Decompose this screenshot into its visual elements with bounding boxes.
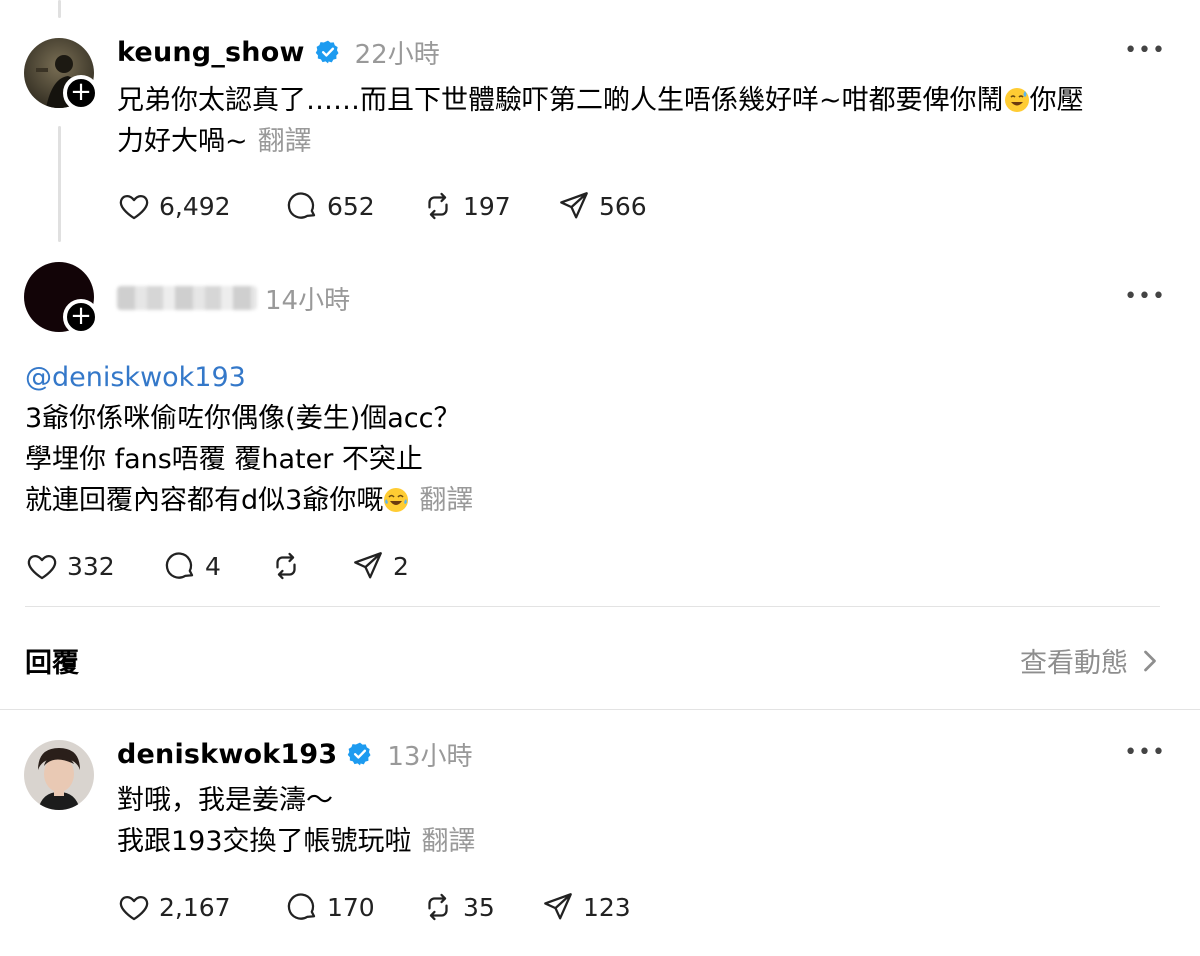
post-actions: 6,492 652 197 566: [117, 186, 647, 226]
comment-icon: [287, 893, 316, 920]
post-header: keung_show 22小時: [117, 32, 440, 72]
comment-icon: [165, 552, 194, 579]
repost-button[interactable]: [269, 549, 351, 583]
repost-count: 197: [463, 191, 511, 221]
like-button[interactable]: 2,167: [117, 890, 285, 924]
post-deniskwok193: deniskwok193 13小時 ••• 對哦，我是姜濤～ 我跟193交換了帳…: [0, 710, 1200, 956]
share-count: 123: [583, 892, 631, 922]
more-icon[interactable]: •••: [1124, 740, 1166, 765]
plus-icon: +: [70, 77, 92, 107]
username-blurred[interactable]: [117, 286, 257, 310]
tears-of-joy-emoji-icon: [384, 488, 409, 512]
heart-icon: [119, 194, 149, 220]
translate-link[interactable]: 翻譯: [422, 826, 476, 857]
post-actions: 2,167 170 35 123: [117, 887, 631, 927]
more-icon[interactable]: •••: [1124, 38, 1166, 63]
comment-icon: [287, 192, 316, 219]
comment-count: 170: [327, 892, 375, 922]
post-keung-show: + keung_show 22小時 ••• 兄弟你太認真了……而且下世體驗吓第二…: [0, 0, 1200, 250]
post-header: deniskwok193 13小時: [117, 734, 472, 774]
like-count: 6,492: [159, 191, 231, 221]
replies-title: 回覆: [25, 648, 79, 679]
divider: [25, 606, 1160, 607]
avatar[interactable]: [24, 740, 94, 810]
translate-link[interactable]: 翻譯: [258, 126, 312, 157]
username[interactable]: deniskwok193: [117, 739, 337, 770]
share-icon: [354, 552, 382, 579]
share-count: 566: [599, 191, 647, 221]
like-count: 2,167: [159, 892, 231, 922]
comment-button[interactable]: 652: [285, 189, 421, 223]
repost-button[interactable]: 197: [421, 189, 557, 223]
comment-button[interactable]: 170: [285, 890, 421, 924]
post-line: 我跟193交換了帳號玩啦: [117, 826, 412, 857]
post-text: 對哦，我是姜濤～ 我跟193交換了帳號玩啦 翻譯: [117, 780, 476, 862]
post-line: 對哦，我是姜濤～: [117, 785, 333, 816]
verified-icon: [348, 742, 371, 766]
post-actions: 332 4 2: [25, 546, 409, 586]
heart-icon: [119, 895, 149, 921]
share-button[interactable]: 123: [541, 890, 631, 924]
post-line: 兄弟你太認真了……而且下世體驗吓第二啲人生唔係幾好咩~咁都要俾你鬧: [117, 85, 1004, 116]
repost-icon: [428, 893, 448, 921]
plus-icon: +: [70, 301, 92, 331]
chevron-right-icon: [1144, 650, 1156, 671]
like-button[interactable]: 332: [25, 549, 163, 583]
heart-icon: [27, 554, 57, 580]
share-button[interactable]: 2: [351, 549, 409, 583]
share-button[interactable]: 566: [557, 189, 647, 223]
translate-link[interactable]: 翻譯: [419, 485, 473, 516]
username[interactable]: keung_show: [117, 37, 305, 68]
post-line: 就連回覆內容都有d似3爺你嘅: [25, 485, 384, 516]
post-text: @deniskwok193 3爺你係咪偷咗你偶像(姜生)個acc？ 學埋你 fa…: [25, 357, 473, 521]
comment-button[interactable]: 4: [163, 549, 269, 583]
repost-icon: [428, 192, 448, 220]
post-line: 力好大喎~: [117, 126, 248, 157]
more-icon[interactable]: •••: [1124, 284, 1166, 309]
post-header: 14小時: [117, 278, 350, 318]
verified-icon: [315, 40, 339, 64]
share-icon: [544, 893, 572, 920]
follow-button[interactable]: +: [63, 75, 99, 111]
repost-icon: [276, 552, 296, 580]
comment-count: 652: [327, 191, 375, 221]
share-count: 2: [393, 551, 409, 581]
repost-count: 35: [463, 892, 495, 922]
like-count: 332: [67, 551, 115, 581]
repost-button[interactable]: 35: [421, 890, 541, 924]
post-text: 兄弟你太認真了……而且下世體驗吓第二啲人生唔係幾好咩~咁都要俾你鬧 你壓 力好大喎…: [117, 80, 1084, 162]
mention-link[interactable]: @deniskwok193: [25, 362, 246, 393]
follow-button[interactable]: +: [63, 299, 99, 335]
view-activity-link[interactable]: 查看動態: [1020, 641, 1160, 680]
post-line: 3爺你係咪偷咗你偶像(姜生)個acc？: [25, 403, 461, 434]
like-button[interactable]: 6,492: [117, 189, 285, 223]
share-icon: [560, 192, 588, 219]
post-anonymous: + 14小時 ••• @deniskwok193 3爺你係咪偷咗你偶像(姜生)個…: [0, 250, 1200, 610]
post-line: 你壓: [1029, 85, 1084, 116]
sweat-smile-emoji-icon: [1004, 88, 1029, 112]
post-time: 13小時: [387, 741, 473, 772]
post-line: 學埋你 fans唔覆 覆hater 不突止: [25, 444, 423, 475]
post-time: 14小時: [265, 285, 351, 316]
post-time: 22小時: [354, 39, 440, 70]
view-activity-label: 查看動態: [1020, 648, 1128, 679]
comment-count: 4: [205, 551, 221, 581]
